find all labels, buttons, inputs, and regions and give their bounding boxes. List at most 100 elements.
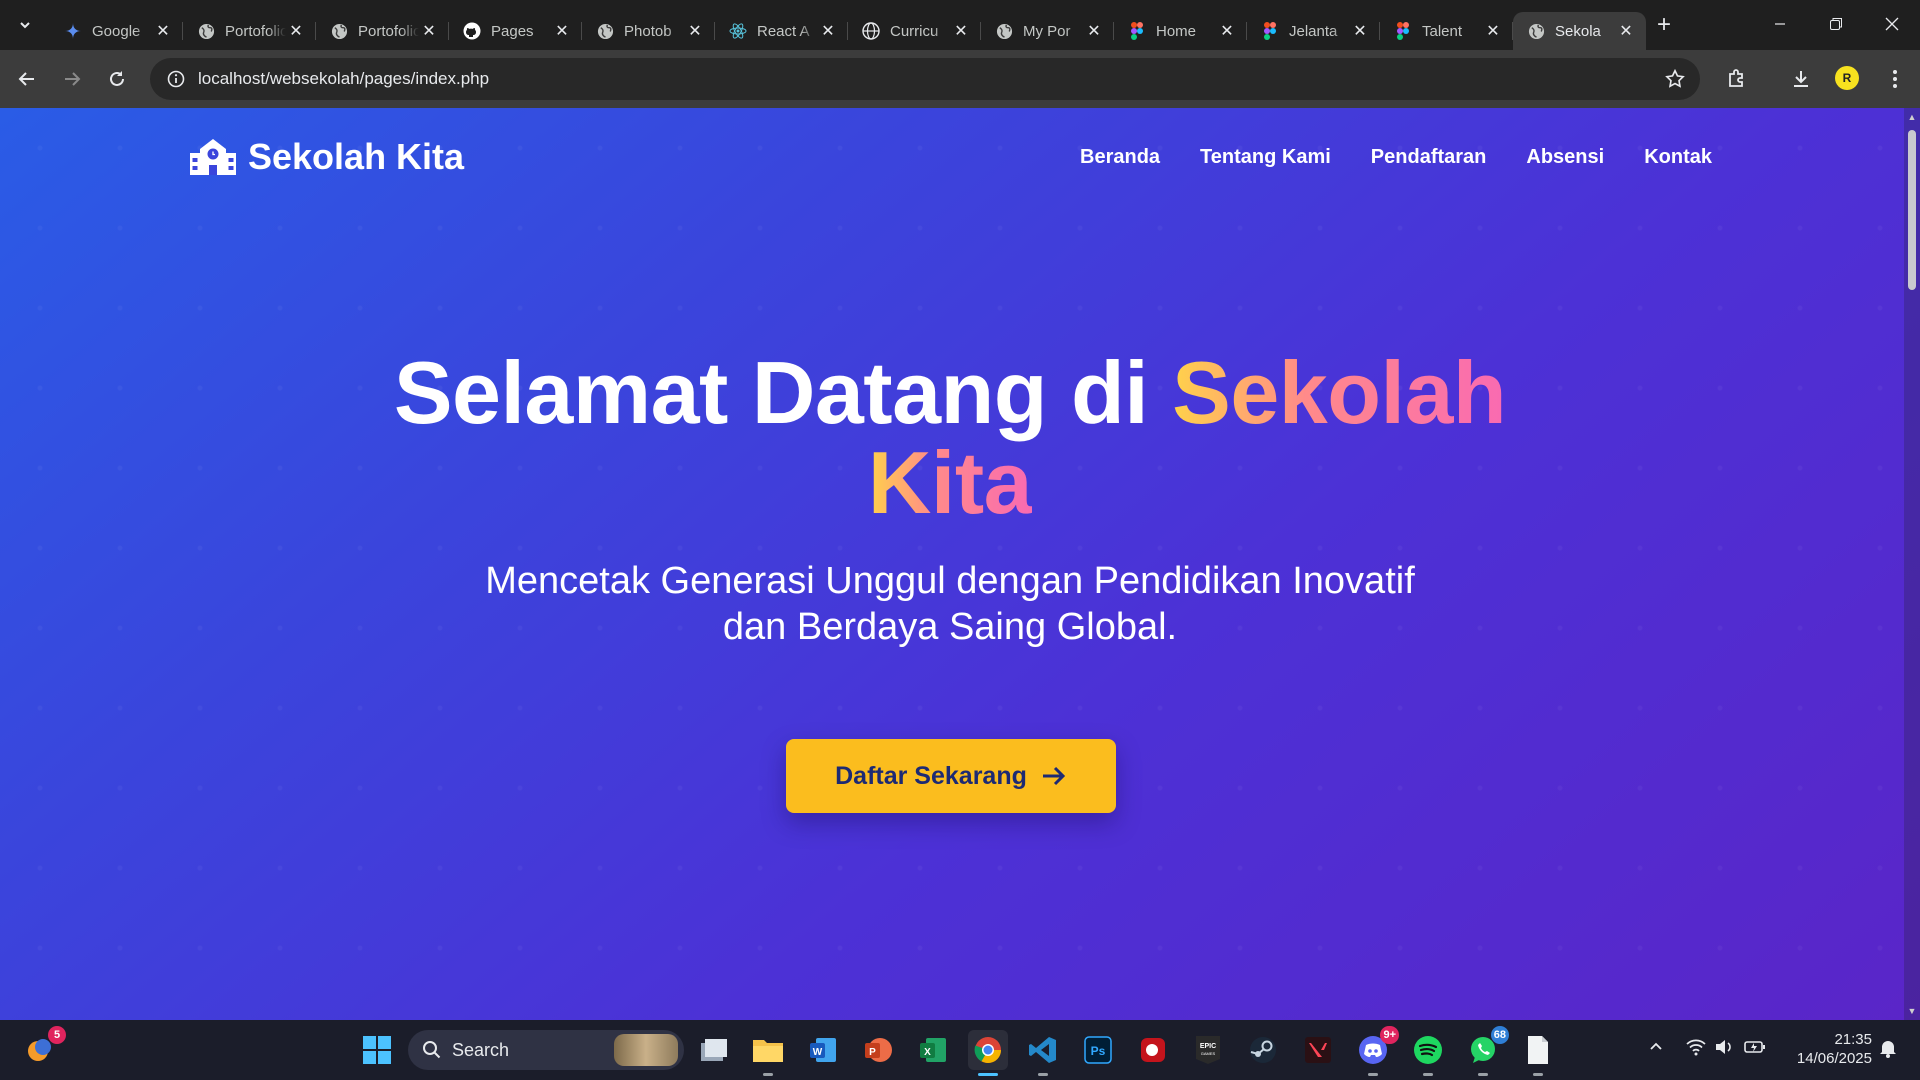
browser-tab[interactable]: React A ✕ <box>715 12 848 50</box>
close-window-button[interactable] <box>1864 0 1920 48</box>
nav-link-pendaftaran[interactable]: Pendaftaran <box>1371 146 1487 169</box>
vscode-app[interactable] <box>1023 1030 1063 1076</box>
browser-tab[interactable]: Talent ✕ <box>1380 12 1513 50</box>
spotify-app[interactable] <box>1408 1030 1448 1076</box>
browser-tab[interactable]: Photob ✕ <box>582 12 715 50</box>
nav-link-kontak[interactable]: Kontak <box>1644 146 1712 169</box>
site-brand[interactable]: Sekolah Kita <box>188 136 464 178</box>
chrome-icon <box>974 1037 1002 1064</box>
taskbar-search[interactable]: Search <box>408 1030 684 1070</box>
chrome-app[interactable] <box>968 1030 1008 1076</box>
tab-search-button[interactable] <box>8 10 42 40</box>
close-tab-icon[interactable]: ✕ <box>552 21 572 41</box>
figma-icon <box>1261 22 1279 40</box>
browser-tab[interactable]: My Por ✕ <box>981 12 1114 50</box>
weather-widget[interactable]: 5 <box>20 1026 66 1070</box>
tab-title: Google <box>92 22 141 40</box>
close-tab-icon[interactable]: ✕ <box>685 21 705 41</box>
browser-tab[interactable]: Jelanta ✕ <box>1247 12 1380 50</box>
browser-tab[interactable]: Pages ✕ <box>449 12 582 50</box>
tab-title: Pages <box>491 22 534 40</box>
chevron-up-icon[interactable] <box>1648 1038 1664 1059</box>
photoshop-app[interactable]: Ps <box>1078 1030 1118 1070</box>
tab-title: Home <box>1156 22 1197 40</box>
photoshop-icon: Ps <box>1084 1036 1112 1064</box>
wifi-icon[interactable] <box>1686 1038 1706 1061</box>
close-tab-icon[interactable]: ✕ <box>1084 21 1104 41</box>
discord-badge: 9+ <box>1380 1026 1399 1044</box>
reload-button[interactable] <box>100 62 134 96</box>
tab-strip: Google ✕ Portofolio ✕ Portofolio ✕ Pages ✕ Photo… <box>0 0 1920 50</box>
close-tab-icon[interactable]: ✕ <box>1483 21 1503 41</box>
figma-icon <box>1128 22 1146 40</box>
system-clock[interactable]: 21:35 14/06/2025 <box>1776 1030 1872 1068</box>
svg-text:Ps: Ps <box>1091 1044 1106 1058</box>
excel-app[interactable]: X <box>913 1030 953 1070</box>
browser-tab[interactable]: Google ✕ <box>50 12 183 50</box>
browser-tab[interactable]: Home ✕ <box>1114 12 1247 50</box>
back-button[interactable] <box>10 62 44 96</box>
volume-icon[interactable] <box>1714 1038 1734 1061</box>
word-app[interactable]: W <box>803 1030 843 1070</box>
discord-app[interactable]: 9+ <box>1353 1026 1399 1076</box>
tab-title: Portofolio <box>358 22 419 40</box>
start-button[interactable] <box>357 1030 397 1070</box>
restore-button[interactable] <box>1808 0 1864 48</box>
hero-title-highlight-2: Kita <box>867 433 1033 532</box>
browser-menu-icon[interactable] <box>1880 64 1910 94</box>
whatsapp-badge: 68 <box>1490 1026 1509 1044</box>
forward-button[interactable] <box>55 62 89 96</box>
scroll-thumb[interactable] <box>1908 130 1916 290</box>
valorant-app[interactable] <box>1298 1030 1338 1070</box>
browser-tab[interactable]: Curricu ✕ <box>848 12 981 50</box>
close-tab-icon[interactable]: ✕ <box>1616 21 1636 41</box>
close-tab-icon[interactable]: ✕ <box>286 21 306 41</box>
tab-list: Google ✕ Portofolio ✕ Portofolio ✕ Pages ✕ Photo… <box>50 6 1646 50</box>
tab-title: Curricu <box>890 22 939 40</box>
epic-games-app[interactable]: EPIC GAMES <box>1188 1030 1228 1070</box>
clock-date: 14/06/2025 <box>1796 1050 1872 1067</box>
download-icon[interactable] <box>1786 64 1816 94</box>
whatsapp-app[interactable]: 68 <box>1463 1026 1509 1076</box>
notification-bell-icon[interactable] <box>1878 1038 1898 1063</box>
powerpoint-app[interactable]: P <box>858 1030 898 1070</box>
svg-text:EPIC: EPIC <box>1200 1043 1216 1050</box>
minimize-button[interactable] <box>1752 0 1808 48</box>
record-app[interactable] <box>1133 1030 1173 1070</box>
close-tab-icon[interactable]: ✕ <box>1217 21 1237 41</box>
vscode-icon <box>1029 1037 1056 1063</box>
close-tab-icon[interactable]: ✕ <box>1350 21 1370 41</box>
close-tab-icon[interactable]: ✕ <box>153 21 173 41</box>
page-scrollbar[interactable]: ▲ ▼ <box>1904 108 1920 1020</box>
profile-avatar[interactable]: R <box>1835 66 1859 90</box>
close-tab-icon[interactable]: ✕ <box>419 21 439 41</box>
steam-app[interactable] <box>1243 1030 1283 1070</box>
nav-link-absensi[interactable]: Absensi <box>1526 146 1604 169</box>
browser-tab[interactable]: Sekola ✕ <box>1513 12 1646 50</box>
battery-icon[interactable] <box>1744 1038 1766 1061</box>
site-navbar: Sekolah Kita Beranda Tentang Kami Pendaf… <box>188 130 1712 190</box>
notepad-app[interactable] <box>1518 1030 1558 1076</box>
new-tab-button[interactable]: + <box>1650 12 1678 40</box>
close-tab-icon[interactable]: ✕ <box>951 21 971 41</box>
close-tab-icon[interactable]: ✕ <box>818 21 838 41</box>
register-now-button[interactable]: Daftar Sekarang <box>786 739 1116 813</box>
scroll-up-icon[interactable]: ▲ <box>1907 112 1917 122</box>
extensions-icon[interactable] <box>1722 64 1752 94</box>
browser-tab[interactable]: Portofolio ✕ <box>316 12 449 50</box>
nav-link-tentang-kami[interactable]: Tentang Kami <box>1200 146 1331 169</box>
record-icon <box>1141 1038 1165 1062</box>
address-bar[interactable]: localhost/websekolah/pages/index.php <box>150 58 1700 100</box>
svg-text:P: P <box>869 1047 876 1058</box>
steam-icon <box>1250 1037 1276 1063</box>
bookmark-star-icon[interactable] <box>1664 68 1686 95</box>
site-info-icon[interactable] <box>154 58 198 100</box>
scroll-down-icon[interactable]: ▼ <box>1907 1006 1917 1016</box>
epic-games-icon: EPICGAMES <box>1196 1036 1220 1064</box>
main-menu: Beranda Tentang Kami Pendaftaran Absensi… <box>1080 146 1712 169</box>
task-view-button[interactable] <box>694 1030 734 1070</box>
file-explorer-app[interactable] <box>748 1030 788 1076</box>
browser-tab[interactable]: Portofolio ✕ <box>183 12 316 50</box>
url-text[interactable]: localhost/websekolah/pages/index.php <box>198 69 489 89</box>
nav-link-beranda[interactable]: Beranda <box>1080 146 1160 169</box>
